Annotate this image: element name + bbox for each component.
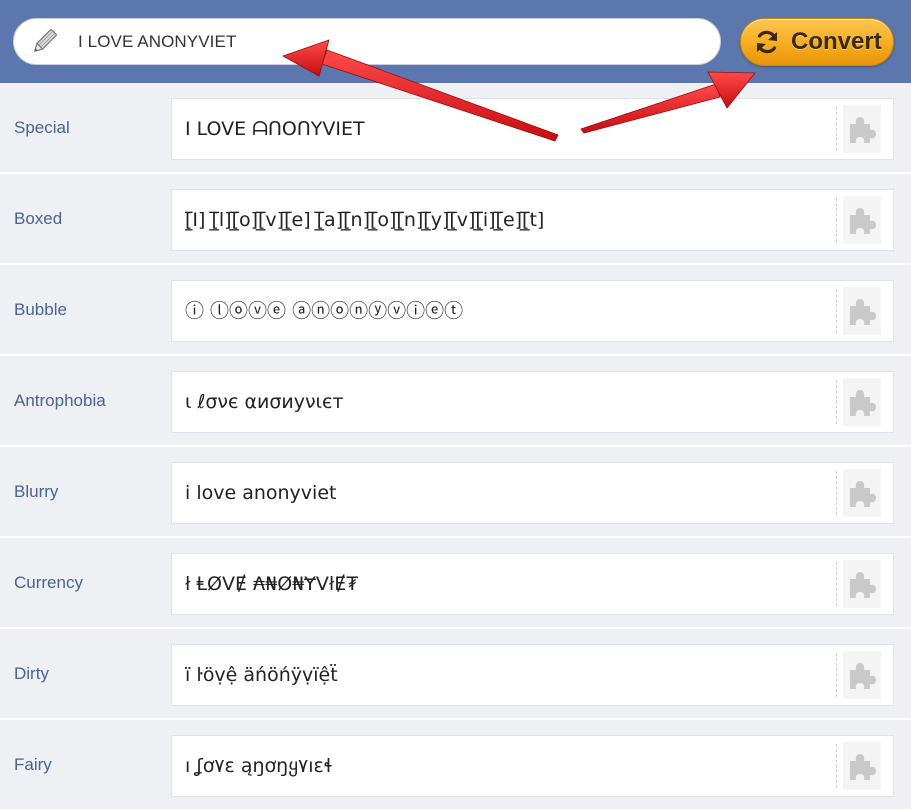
result-row: Boxed [̲̅I] [̲̅l][̲̅o][̲̅v][̲̅e] [̲̅a][̲…	[0, 174, 911, 265]
result-row: Bubble ⓘ ⓛⓞⓥⓔ ⓐⓝⓞⓝⓨⓥⓘⓔⓣ	[0, 265, 911, 356]
result-box[interactable]: I LOVE ᗩᑎOᑎYVIET	[171, 98, 894, 160]
divider	[836, 471, 837, 515]
header-bar: I LOVE ANONYVIET Convert	[0, 0, 911, 83]
puzzle-icon[interactable]	[843, 651, 881, 699]
result-box[interactable]: ł ⱠØVɆ ₳₦Ø₦ɎVłɆ₮	[171, 553, 894, 615]
result-row: Fairy ı ʆơ۷ɛ ąŋơŋყ۷ıɛɬ	[0, 720, 911, 811]
result-text[interactable]: ⓘ ⓛⓞⓥⓔ ⓐⓝⓞⓝⓨⓥⓘⓔⓣ	[185, 281, 823, 341]
puzzle-icon[interactable]	[843, 742, 881, 790]
result-text[interactable]: ï ŀöṿệ äńöńÿṿïệẗ	[185, 645, 823, 705]
text-input[interactable]: I LOVE ANONYVIET	[13, 18, 721, 65]
result-text[interactable]: ι ℓσνє αиσиуνιєт	[185, 372, 823, 432]
style-label: Blurry	[14, 482, 59, 501]
result-row: Antrophobia ι ℓσνє αиσиуνιєт	[0, 356, 911, 447]
result-row: Blurry i love anonyviet	[0, 447, 911, 538]
refresh-icon	[753, 28, 781, 56]
result-row: Special I LOVE ᗩᑎOᑎYVIET	[0, 83, 911, 174]
style-label: Dirty	[14, 664, 49, 683]
puzzle-icon[interactable]	[843, 560, 881, 608]
style-label: Antrophobia	[14, 391, 106, 410]
style-label: Bubble	[14, 300, 67, 319]
result-box[interactable]: ι ℓσνє αиσиуνιєт	[171, 371, 894, 433]
result-box[interactable]: ⓘ ⓛⓞⓥⓔ ⓐⓝⓞⓝⓨⓥⓘⓔⓣ	[171, 280, 894, 342]
puzzle-icon[interactable]	[843, 196, 881, 244]
result-row: Dirty ï ŀöṿệ äńöńÿṿïệẗ	[0, 629, 911, 720]
puzzle-icon[interactable]	[843, 287, 881, 335]
divider	[836, 744, 837, 788]
style-label: Special	[14, 118, 70, 137]
result-text[interactable]: ł ⱠØVɆ ₳₦Ø₦ɎVłɆ₮	[185, 554, 823, 614]
convert-label: Convert	[791, 28, 882, 55]
result-text[interactable]: [̲̅I] [̲̅l][̲̅o][̲̅v][̲̅e] [̲̅a][̲̅n][̲̅…	[185, 190, 823, 250]
result-box[interactable]: ı ʆơ۷ɛ ąŋơŋყ۷ıɛɬ	[171, 735, 894, 797]
results-list: Special I LOVE ᗩᑎOᑎYVIET Boxed [̲̅I] [̲̅…	[0, 83, 911, 811]
style-label: Currency	[14, 573, 83, 592]
divider	[836, 653, 837, 697]
style-label: Fairy	[14, 755, 52, 774]
convert-button[interactable]: Convert	[740, 18, 894, 66]
divider	[836, 380, 837, 424]
result-box[interactable]: i love anonyviet	[171, 462, 894, 524]
puzzle-icon[interactable]	[843, 469, 881, 517]
result-row: Currency ł ⱠØVɆ ₳₦Ø₦ɎVłɆ₮	[0, 538, 911, 629]
divider	[836, 198, 837, 242]
result-box[interactable]: [̲̅I] [̲̅l][̲̅o][̲̅v][̲̅e] [̲̅a][̲̅n][̲̅…	[171, 189, 894, 251]
divider	[836, 107, 837, 151]
puzzle-icon[interactable]	[843, 378, 881, 426]
result-box[interactable]: ï ŀöṿệ äńöńÿṿïệẗ	[171, 644, 894, 706]
divider	[836, 289, 837, 333]
result-text[interactable]: i love anonyviet	[185, 463, 823, 523]
result-text[interactable]: ı ʆơ۷ɛ ąŋơŋყ۷ıɛɬ	[185, 736, 823, 796]
style-label: Boxed	[14, 209, 63, 228]
divider	[836, 562, 837, 606]
input-value[interactable]: I LOVE ANONYVIET	[78, 19, 236, 64]
result-text[interactable]: I LOVE ᗩᑎOᑎYVIET	[185, 99, 823, 159]
pencil-icon	[28, 26, 60, 58]
puzzle-icon[interactable]	[843, 105, 881, 153]
